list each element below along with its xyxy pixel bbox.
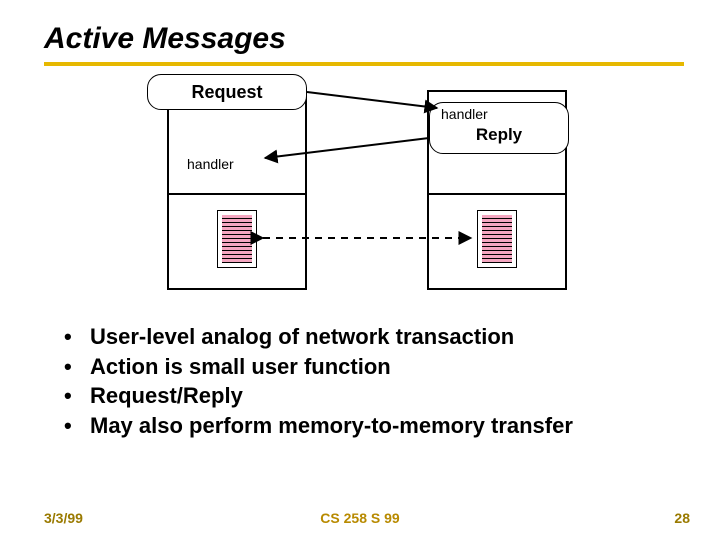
handler-label-right: handler <box>441 106 488 122</box>
bullet-item: May also perform memory-to-memory transf… <box>64 411 690 441</box>
bullet-list: User-level analog of network transaction… <box>64 322 690 441</box>
bullet-item: Action is small user function <box>64 352 690 382</box>
request-label: Request <box>191 82 262 102</box>
title-underline <box>44 62 684 66</box>
handler-label-left: handler <box>187 156 234 172</box>
memory-right-icon <box>477 210 517 268</box>
reply-label: Reply <box>476 125 522 144</box>
memory-left-icon <box>217 210 257 268</box>
diagram: Reply handler Request handler <box>137 90 597 300</box>
slide-title: Active Messages <box>44 22 690 56</box>
slide: Active Messages Reply handler Request ha… <box>0 0 720 540</box>
footer-course: CS 258 S 99 <box>320 510 399 526</box>
bullet-item: User-level analog of network transaction <box>64 322 690 352</box>
request-box: Request <box>147 74 307 110</box>
footer: 3/3/99 CS 258 S 99 28 <box>0 510 720 526</box>
footer-page: 28 <box>674 510 690 526</box>
footer-date: 3/3/99 <box>44 510 83 526</box>
bullet-item: Request/Reply <box>64 381 690 411</box>
